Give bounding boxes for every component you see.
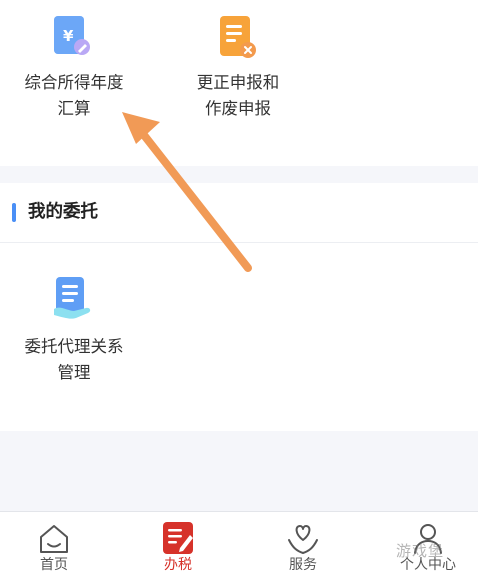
delegation-section: 我的委托 委托代理关系 管理	[0, 183, 478, 431]
tax-document-yen-icon: ¥	[52, 14, 92, 58]
service-label: 委托代理关系	[24, 337, 124, 356]
service-annual-settlement[interactable]: ¥ 综合所得年度 汇算	[8, 10, 140, 128]
service-delegation-management[interactable]: 委托代理关系 管理	[8, 273, 140, 391]
tab-label: 办税	[164, 557, 192, 573]
site-watermark: 游戏堡	[396, 542, 445, 560]
service-label: 管理	[57, 363, 91, 382]
tab-label: 服务	[289, 557, 317, 573]
svg-text:¥: ¥	[63, 27, 74, 45]
document-cancel-icon	[218, 14, 258, 60]
service-correct-cancel-declaration[interactable]: 更正申报和 作废申报	[172, 10, 304, 128]
tax-handling-icon	[160, 520, 196, 556]
tab-service[interactable]: 服务	[268, 512, 338, 584]
tab-label: 首页	[40, 557, 68, 573]
section-accent-bar	[12, 203, 16, 222]
delegation-document-hand-icon	[52, 275, 94, 321]
home-icon	[36, 520, 72, 556]
service-label: 汇算	[57, 99, 91, 118]
section-title: 我的委托	[28, 202, 98, 222]
service-label: 综合所得年度	[24, 73, 124, 92]
service-label: 作废申报	[205, 99, 271, 118]
services-section: ¥ 综合所得年度 汇算 更正申报和 作废申报	[0, 0, 478, 166]
tab-tax[interactable]: 办税	[143, 512, 213, 584]
service-label: 更正申报和	[196, 73, 280, 92]
tab-home[interactable]: 首页	[19, 512, 89, 584]
service-heart-hands-icon	[285, 520, 321, 556]
delegation-header: 我的委托	[0, 183, 478, 243]
app-screen: ¥ 综合所得年度 汇算 更正申报和 作废申报 我的委托 委托代理关系 管理 首页…	[0, 0, 478, 584]
